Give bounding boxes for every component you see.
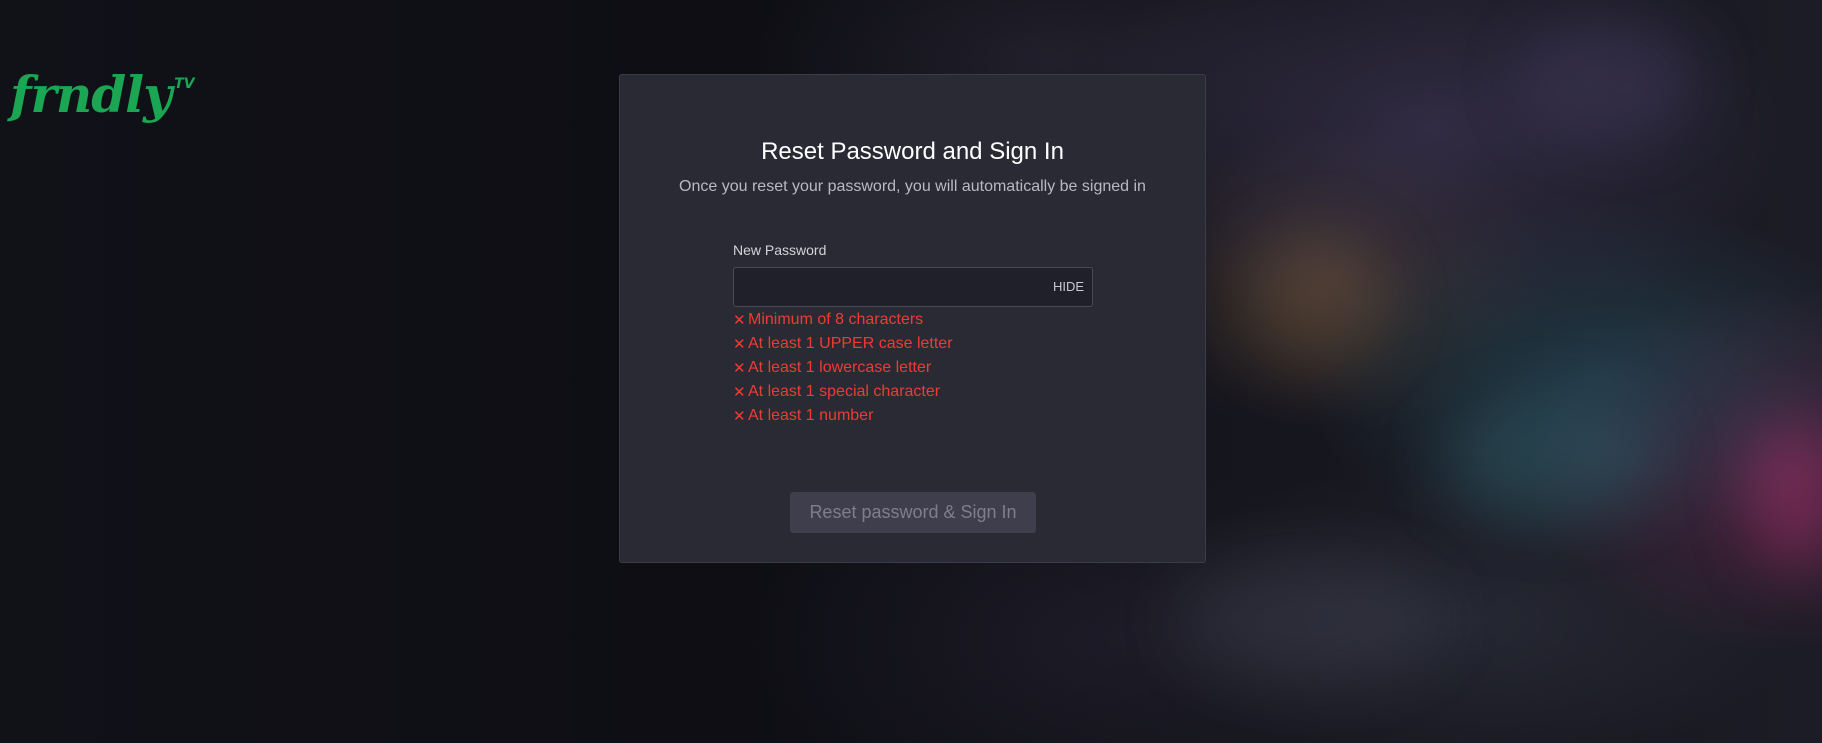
requirement-label: At least 1 UPPER case letter [748, 335, 953, 352]
background-blur-shape [1240, 230, 1390, 370]
requirement-item: ✕ At least 1 number [733, 404, 953, 428]
requirement-item: ✕ At least 1 lowercase letter [733, 356, 953, 380]
close-x-icon: ✕ [733, 360, 746, 377]
reset-password-sign-in-button[interactable]: Reset password & Sign In [790, 492, 1036, 533]
page-subtitle: Once you reset your password, you will a… [679, 178, 1146, 195]
logo-wordmark: frndly [10, 65, 172, 124]
new-password-label: New Password [733, 242, 827, 258]
requirement-item: ✕ At least 1 special character [733, 380, 953, 404]
close-x-icon: ✕ [733, 336, 746, 353]
password-requirements-list: ✕ Minimum of 8 characters ✕ At least 1 U… [733, 308, 953, 428]
background-blur-shape [1180, 560, 1440, 680]
requirement-label: At least 1 lowercase letter [748, 359, 932, 376]
hide-password-toggle[interactable]: HIDE [1053, 268, 1084, 306]
logo-tv-mark: TV [174, 76, 195, 92]
background-blur-shape [1440, 400, 1660, 520]
close-x-icon: ✕ [733, 312, 746, 329]
background-blur-shape [1750, 420, 1822, 570]
close-x-icon: ✕ [733, 408, 746, 425]
requirement-item: ✕ At least 1 UPPER case letter [733, 332, 953, 356]
reset-password-card: Reset Password and Sign In Once you rese… [619, 74, 1206, 563]
background-blur-shape [1520, 20, 1700, 140]
new-password-field: HIDE [733, 267, 1093, 307]
requirement-label: At least 1 special character [748, 383, 941, 400]
requirement-item: ✕ Minimum of 8 characters [733, 308, 953, 332]
page-title: Reset Password and Sign In [761, 138, 1064, 165]
page-background: frndly TV Reset Password and Sign In Onc… [0, 0, 1822, 743]
frndly-tv-logo: frndly TV [10, 70, 195, 120]
requirement-label: At least 1 number [748, 407, 874, 424]
new-password-input[interactable] [734, 268, 1034, 306]
close-x-icon: ✕ [733, 384, 746, 401]
requirement-label: Minimum of 8 characters [748, 311, 924, 328]
